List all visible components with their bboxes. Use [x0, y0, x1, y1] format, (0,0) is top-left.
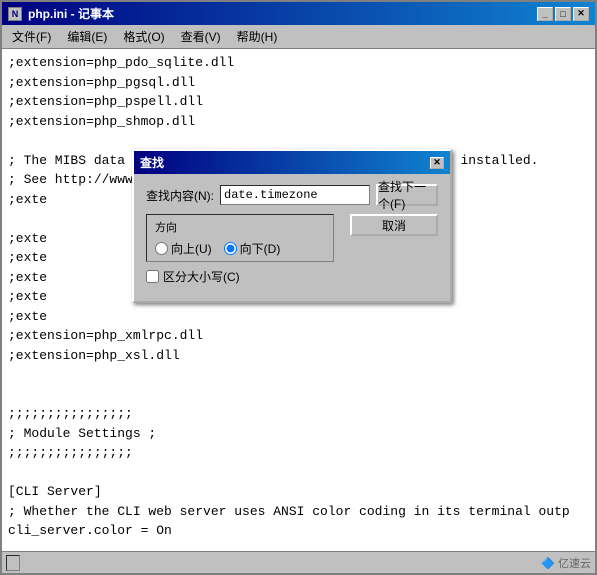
status-section: [6, 555, 20, 571]
title-bar-left: N php.ini - 记事本: [8, 5, 114, 22]
case-label: 区分大小写(C): [163, 268, 240, 285]
maximize-button[interactable]: □: [555, 7, 571, 21]
case-checkbox[interactable]: [146, 270, 159, 283]
window-title: php.ini - 记事本: [28, 5, 114, 22]
status-bar: 🔷 亿速云: [2, 551, 595, 573]
radio-up-label: 向上(U): [171, 240, 212, 257]
find-input[interactable]: [220, 185, 370, 205]
menu-format[interactable]: 格式(O): [117, 26, 170, 47]
case-option: 区分大小写(C): [146, 268, 240, 285]
editor-container: ;extension=php_pdo_sqlite.dll ;extension…: [2, 49, 595, 551]
radio-row: 向上(U) 向下(D): [155, 240, 325, 257]
find-next-button[interactable]: 查找下一个(F): [376, 184, 438, 206]
direction-label: 方向: [155, 219, 325, 235]
dialog-title-text: 查找: [140, 154, 164, 171]
radio-down-option: 向下(D): [224, 240, 281, 257]
menu-help[interactable]: 帮助(H): [231, 26, 284, 47]
watermark-icon: 🔷: [541, 558, 555, 570]
dialog-body: 查找内容(N): 查找下一个(F) 方向: [134, 174, 450, 301]
radio-down[interactable]: [224, 242, 237, 255]
radio-up-option: 向上(U): [155, 240, 212, 257]
find-dialog: 查找 ✕ 查找内容(N): 查找下一个(F) 方向: [132, 149, 452, 303]
menu-view[interactable]: 查看(V): [175, 26, 227, 47]
dialog-title-bar: 查找 ✕: [134, 151, 450, 174]
dialog-close-button[interactable]: ✕: [430, 157, 444, 169]
title-bar: N php.ini - 记事本 _ □ ✕: [2, 2, 595, 25]
menu-file[interactable]: 文件(F): [6, 26, 57, 47]
radio-up[interactable]: [155, 242, 168, 255]
title-controls: _ □ ✕: [537, 7, 589, 21]
minimize-button[interactable]: _: [537, 7, 553, 21]
find-row: 查找内容(N): 查找下一个(F): [146, 184, 438, 206]
watermark: 🔷 亿速云: [541, 555, 591, 571]
radio-down-label: 向下(D): [240, 240, 281, 257]
menu-edit[interactable]: 编辑(E): [61, 26, 113, 47]
main-window: N php.ini - 记事本 _ □ ✕ 文件(F) 编辑(E) 格式(O) …: [0, 0, 597, 575]
close-button[interactable]: ✕: [573, 7, 589, 21]
find-label: 查找内容(N):: [146, 187, 214, 204]
cancel-button[interactable]: 取消: [350, 214, 438, 236]
lower-row: 区分大小写(C): [146, 268, 342, 285]
menu-bar: 文件(F) 编辑(E) 格式(O) 查看(V) 帮助(H): [2, 25, 595, 49]
app-icon: N: [8, 7, 22, 21]
direction-group: 方向 向上(U) 向下(D): [146, 214, 334, 262]
direction-cancel-row: 方向 向上(U) 向下(D): [146, 214, 438, 285]
watermark-text: 亿速云: [558, 558, 591, 570]
